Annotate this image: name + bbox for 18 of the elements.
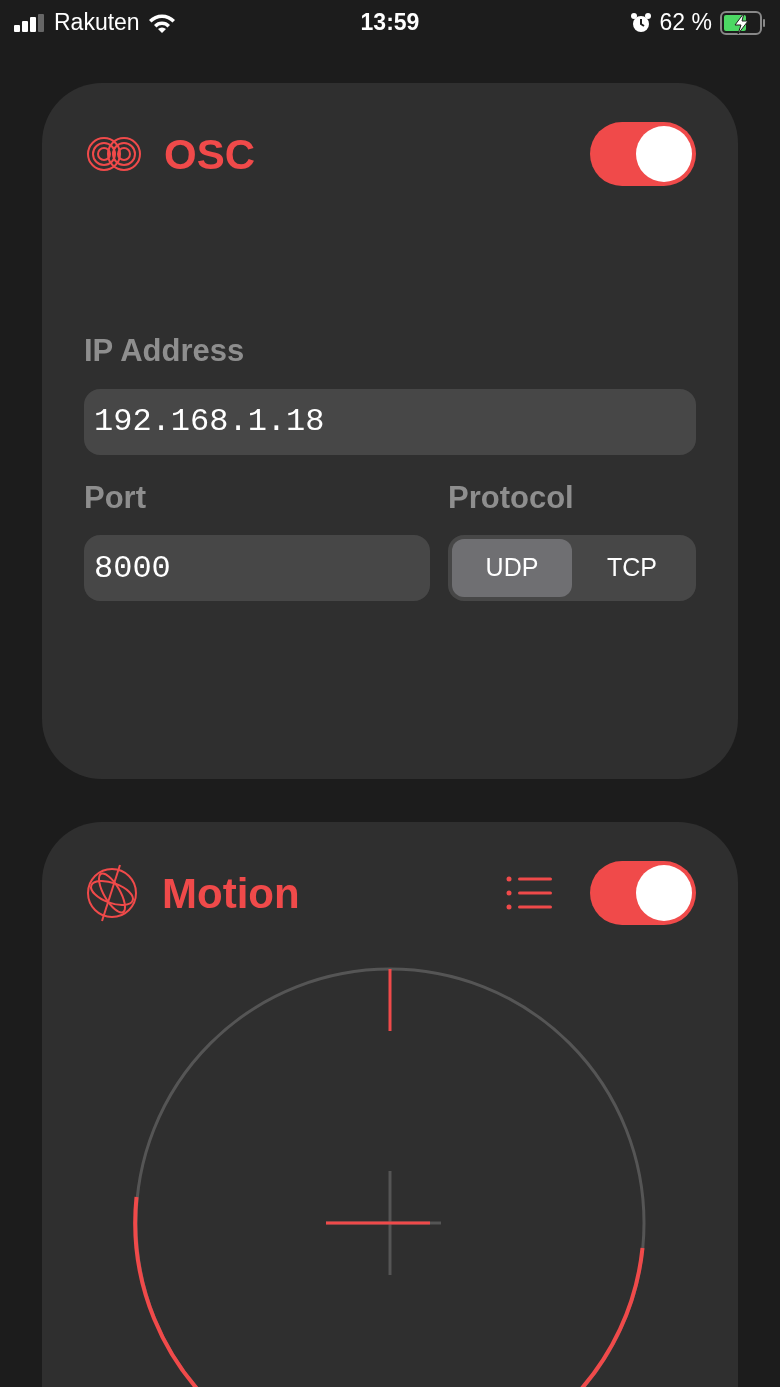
- section-title: Motion: [162, 868, 300, 919]
- port-field[interactable]: 8000: [84, 535, 430, 601]
- clock-time: 13:59: [360, 9, 420, 36]
- carrier-name: Rakuten: [54, 8, 140, 38]
- section-title: OSC: [164, 129, 255, 180]
- list-icon[interactable]: [506, 876, 552, 910]
- gyroscope-icon: [84, 863, 140, 923]
- concentric-rings-icon: [84, 134, 144, 174]
- protocol-segment[interactable]: TCP: [572, 539, 692, 597]
- wifi-icon: [147, 12, 176, 33]
- ip-address-field[interactable]: 192.168.1.18: [84, 388, 696, 455]
- battery-percent: 62 %: [659, 8, 712, 38]
- alarm-icon: [629, 11, 652, 34]
- signal-icon: [14, 13, 46, 32]
- field-label: Protocol: [448, 478, 575, 517]
- protocol-segment[interactable]: UDP: [452, 539, 572, 597]
- field-label: IP Address: [84, 332, 246, 370]
- field-label: Port: [84, 478, 147, 517]
